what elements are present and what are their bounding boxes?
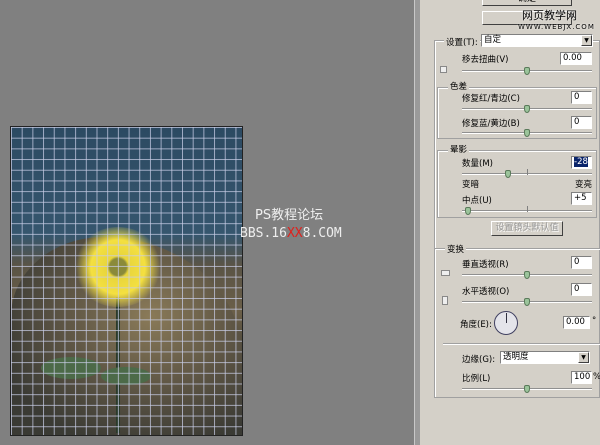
horizontal-input[interactable]: 0	[571, 283, 592, 296]
distortion-label: 移去扭曲(V)	[462, 55, 509, 65]
distortion-tool-icon[interactable]	[440, 66, 447, 73]
slider-thumb[interactable]	[524, 105, 530, 113]
center-tick	[527, 206, 528, 212]
horizontal-label: 水平透视(O)	[462, 287, 510, 297]
vignette-title: 晕影	[448, 143, 470, 155]
angle-dial[interactable]	[494, 311, 518, 335]
watermark-title: PS教程论坛	[255, 208, 324, 223]
blue-yellow-label: 修复蓝/黄边(B)	[462, 119, 520, 129]
scale-label: 比例(L)	[462, 374, 491, 384]
lighten-label: 变亮	[575, 180, 593, 190]
settings-value: 自定	[484, 35, 502, 45]
blue-yellow-slider[interactable]	[462, 129, 592, 137]
scale-input[interactable]: 100	[571, 371, 592, 384]
angle-label: 角度(E):	[460, 320, 492, 330]
horizontal-perspective-icon	[442, 296, 448, 305]
slider-thumb[interactable]	[524, 298, 530, 306]
vertical-perspective-icon	[441, 270, 450, 276]
angle-dial-needle	[506, 313, 507, 323]
slider-thumb[interactable]	[524, 385, 530, 393]
red-cyan-label: 修复红/青边(C)	[462, 94, 520, 104]
preview-image[interactable]	[10, 126, 243, 436]
midpoint-label: 中点(U)	[462, 196, 492, 206]
slider-thumb[interactable]	[524, 271, 530, 279]
watermark-url: BBS.16XX8.COM	[240, 226, 342, 241]
vertical-input[interactable]: 0	[571, 256, 592, 269]
vertical-slider[interactable]	[462, 271, 592, 279]
chevron-down-icon: ▼	[581, 35, 592, 46]
horizontal-slider[interactable]	[462, 298, 592, 306]
red-cyan-slider[interactable]	[462, 105, 592, 113]
ok-button[interactable]: 确定	[482, 0, 572, 6]
midpoint-slider[interactable]	[462, 206, 592, 215]
scale-unit: %	[593, 372, 600, 382]
edge-value: 透明度	[503, 352, 529, 362]
chevron-down-icon: ▼	[578, 352, 589, 363]
edge-select[interactable]: 透明度 ▼	[500, 351, 590, 364]
divider	[443, 343, 600, 345]
distortion-slider[interactable]	[462, 67, 592, 75]
scale-slider[interactable]	[462, 385, 592, 393]
slider-thumb[interactable]	[524, 67, 530, 75]
center-tick	[527, 169, 528, 175]
slider-thumb[interactable]	[465, 207, 471, 215]
chromatic-title: 色差	[448, 80, 470, 92]
transform-title: 变换	[445, 243, 467, 255]
vertical-label: 垂直透视(R)	[462, 260, 509, 270]
edge-label: 边缘(G):	[462, 355, 496, 365]
angle-unit: °	[592, 316, 597, 326]
angle-input[interactable]: 0.00	[563, 316, 590, 329]
settings-select[interactable]: 自定 ▼	[481, 34, 593, 47]
slider-thumb[interactable]	[524, 129, 530, 137]
amount-value: -28	[574, 157, 588, 167]
watermark-site-url: WWW.WEBJX.COM	[518, 23, 595, 31]
watermark-site: 网页教学网	[522, 9, 577, 22]
amount-label: 数量(M)	[462, 159, 493, 169]
darken-label: 变暗	[462, 180, 480, 190]
blue-yellow-input[interactable]: 0	[571, 116, 592, 129]
red-cyan-input[interactable]: 0	[571, 91, 592, 104]
amount-slider[interactable]	[462, 169, 592, 178]
settings-label: 设置(T):	[444, 36, 480, 48]
distortion-input[interactable]: 0.00	[560, 52, 592, 65]
midpoint-input[interactable]: +5	[571, 192, 592, 205]
grid-overlay	[11, 127, 242, 435]
slider-thumb[interactable]	[505, 170, 511, 178]
lens-default-button[interactable]: 设置镜头默认值	[491, 221, 563, 236]
amount-input[interactable]: -28	[571, 156, 592, 169]
